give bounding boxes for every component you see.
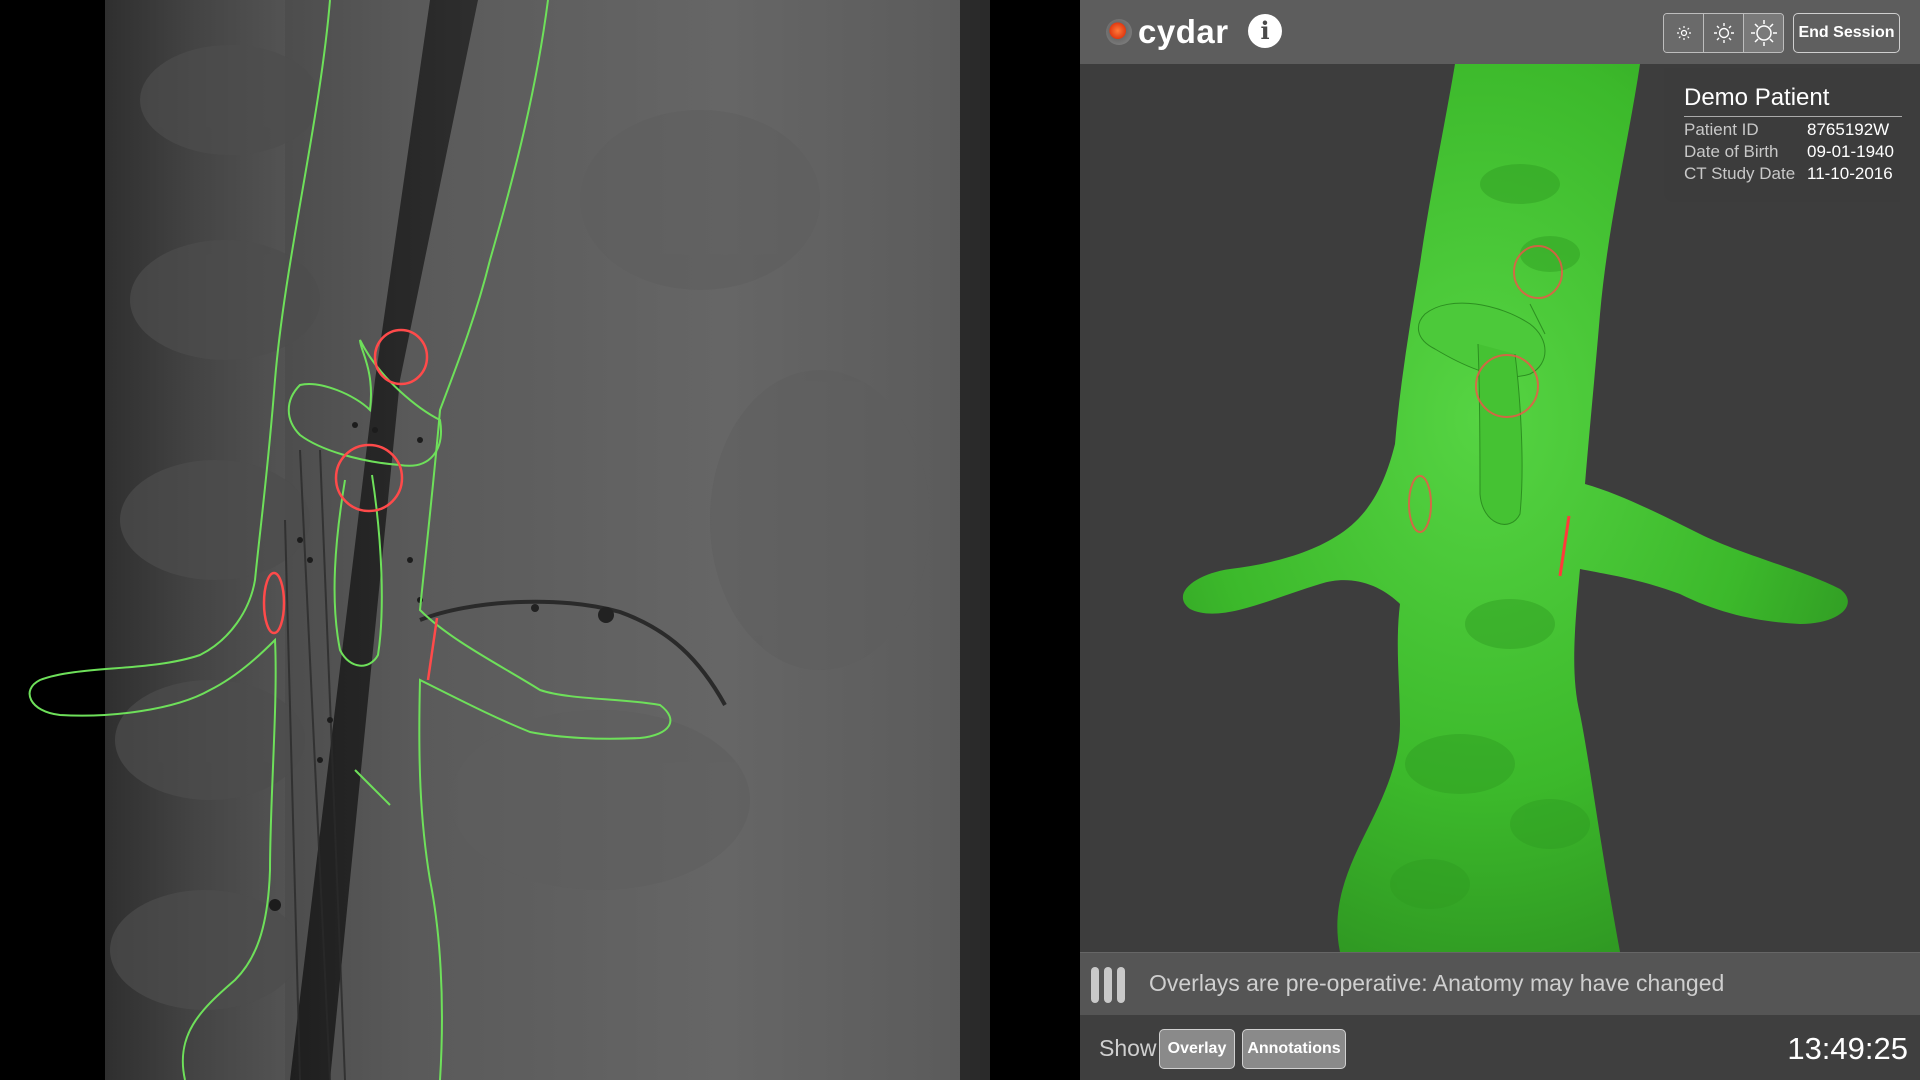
- patient-name: Demo Patient: [1684, 84, 1830, 111]
- dob-label: Date of Birth: [1684, 142, 1779, 161]
- divider: [1684, 116, 1902, 117]
- warning-text: Overlays are pre-operative: Anatomy may …: [1149, 970, 1725, 996]
- info-button[interactable]: i: [1248, 14, 1282, 48]
- cydar-logo-icon: [1106, 19, 1132, 45]
- ct-date-value: 11-10-2016: [1807, 164, 1893, 183]
- dob-row: Date of Birth 09-01-1940: [1684, 142, 1902, 162]
- planning-panel: cydar i End Session Demo Patient Patient…: [1080, 0, 1920, 1080]
- sun-large-icon: [1750, 20, 1777, 46]
- ct-date-row: CT Study Date 11-10-2016: [1684, 164, 1902, 184]
- brightness-control: [1663, 13, 1784, 53]
- end-session-button[interactable]: End Session: [1793, 13, 1900, 53]
- ct-date-label: CT Study Date: [1684, 164, 1796, 183]
- clock: 13:49:25: [1787, 1031, 1908, 1066]
- dob-value: 09-01-1940: [1807, 142, 1894, 161]
- brightness-medium-button[interactable]: [1704, 14, 1744, 52]
- patient-id-row: Patient ID 8765192W: [1684, 120, 1902, 140]
- show-label: Show: [1099, 1035, 1157, 1061]
- brightness-high-button[interactable]: [1744, 14, 1783, 52]
- app-header: cydar i End Session: [1080, 0, 1920, 64]
- logo-text: cydar: [1138, 13, 1229, 50]
- patient-info-card: Demo Patient Patient ID 8765192W Date of …: [1664, 68, 1902, 202]
- overlay-toggle-button[interactable]: Overlay: [1159, 1029, 1235, 1069]
- patient-id-value: 8765192W: [1807, 120, 1890, 139]
- fluoroscopy-image: [0, 0, 1080, 1080]
- patient-id-label: Patient ID: [1684, 120, 1759, 139]
- cydar-logo: cydar: [1106, 10, 1229, 54]
- warning-bar: Overlays are pre-operative: Anatomy may …: [1080, 952, 1920, 1015]
- drag-handle-icon[interactable]: [1091, 967, 1125, 1003]
- sun-small-icon: [1676, 26, 1691, 40]
- brightness-low-button[interactable]: [1664, 14, 1704, 52]
- annotations-toggle-button[interactable]: Annotations: [1242, 1029, 1346, 1069]
- fluoroscopy-view[interactable]: [0, 0, 1080, 1080]
- display-controls: Show Overlay Annotations 13:49:25: [1080, 1015, 1920, 1080]
- sun-medium-icon: [1713, 23, 1734, 43]
